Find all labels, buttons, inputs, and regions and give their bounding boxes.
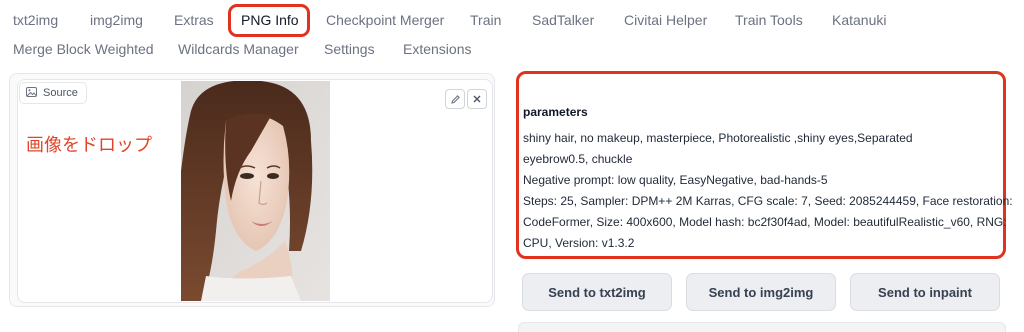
tab-extensions[interactable]: Extensions <box>403 41 471 57</box>
active-tab-highlight <box>228 4 310 37</box>
tab-merge-block-weighted[interactable]: Merge Block Weighted <box>13 41 154 57</box>
tab-katanuki[interactable]: Katanuki <box>832 12 886 28</box>
tab-checkpoint-merger[interactable]: Checkpoint Merger <box>326 12 444 28</box>
edit-icon[interactable] <box>445 89 465 109</box>
tab-img2img[interactable]: img2img <box>90 12 143 28</box>
tab-extras[interactable]: Extras <box>174 12 214 28</box>
tab-train-tools[interactable]: Train Tools <box>735 12 803 28</box>
tab-settings[interactable]: Settings <box>324 41 375 57</box>
tab-wildcards-manager[interactable]: Wildcards Manager <box>178 41 299 57</box>
info-line-2: eyebrow0.5, chuckle <box>523 152 633 166</box>
send-to-img2img-button[interactable]: Send to img2img <box>686 273 836 311</box>
close-icon[interactable] <box>467 89 487 109</box>
extras-panel-edge <box>518 322 1006 332</box>
source-label-text: Source <box>43 87 78 99</box>
tab-train[interactable]: Train <box>470 12 501 28</box>
send-to-inpaint-button[interactable]: Send to inpaint <box>850 273 1000 311</box>
image-icon <box>26 86 37 100</box>
info-line-6: CPU, Version: v1.3.2 <box>523 236 635 250</box>
tab-txt2img[interactable]: txt2img <box>13 12 58 28</box>
drop-image-hint: 画像をドロップ <box>26 135 152 155</box>
uploaded-portrait-image <box>181 81 330 301</box>
info-line-1: shiny hair, no makeup, masterpiece, Phot… <box>523 131 913 145</box>
info-line-5: CodeFormer, Size: 400x600, Model hash: b… <box>523 215 1007 229</box>
info-line-4: Steps: 25, Sampler: DPM++ 2M Karras, CFG… <box>523 194 1013 208</box>
tab-sadtalker[interactable]: SadTalker <box>532 12 594 28</box>
tab-civitai-helper[interactable]: Civitai Helper <box>624 12 707 28</box>
source-label: Source <box>19 82 87 104</box>
info-line-3: Negative prompt: low quality, EasyNegati… <box>523 173 828 187</box>
send-to-txt2img-button[interactable]: Send to txt2img <box>522 273 672 311</box>
parameters-heading: parameters <box>523 105 588 119</box>
